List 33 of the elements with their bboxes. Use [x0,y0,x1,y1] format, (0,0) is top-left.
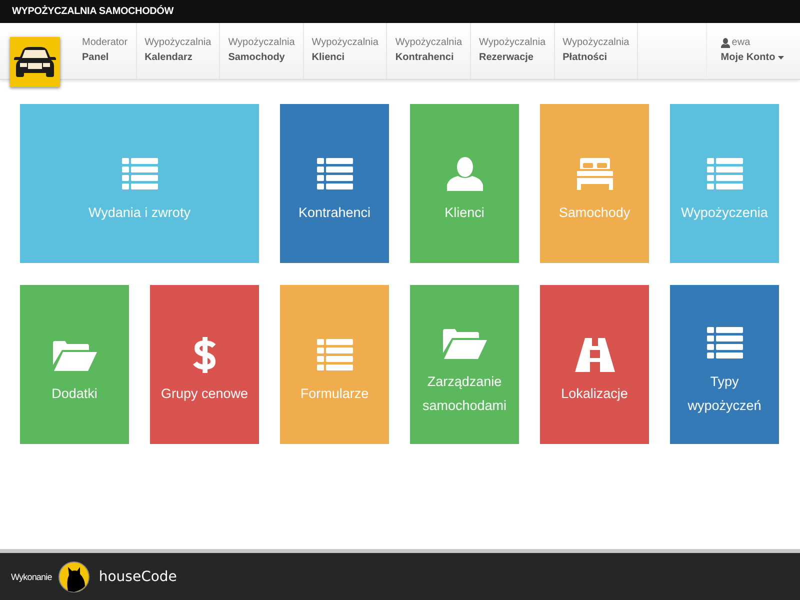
menu-tile[interactable]: Kontrahenci [280,104,389,263]
menu-tile[interactable]: Lokalizacje [540,285,649,444]
menu-tile[interactable]: Zarządzanie samochodami [410,285,519,444]
user-icon [446,156,482,190]
nav-link[interactable]: Wypożyczalnia Kalendarz [136,23,220,79]
road-icon [574,338,614,372]
nav-link[interactable]: Wypożyczalnia Klienci [304,23,388,79]
caret-icon [778,56,784,60]
nav-link[interactable]: Moderator Panel [74,23,137,79]
bed-icon [576,158,612,190]
list-icon [706,158,742,190]
cat-logo [58,560,90,592]
credit-text: Wykonanie [11,572,52,582]
car-logo [10,37,60,87]
dollar-icon [192,336,216,372]
user-icon [720,38,730,48]
menu-tile[interactable]: Grupy cenowe [150,285,259,444]
list-icon [706,326,742,358]
nav-link[interactable]: Wypożyczalnia Płatności [554,23,638,79]
brand-name: houseCode [98,568,177,584]
nav-link[interactable]: Wypożyczalnia Samochody [220,23,304,79]
folder-icon [442,326,486,358]
list-icon [316,338,352,370]
list-icon [316,158,352,190]
nav-link[interactable]: Wypożyczalnia Kontrahenci [387,23,472,79]
nav-link[interactable]: Wypożyczalnia Rezerwacje [471,23,555,79]
list-icon [122,158,158,190]
menu-tile[interactable]: Dodatki [20,285,129,444]
account-menu[interactable]: ewa Moje Konto [706,23,800,79]
menu-tile[interactable]: Typy wypożyczeń [670,285,779,444]
folder-icon [52,338,96,370]
app-title: WYPOŻYCZALNIA SAMOCHODÓW [12,4,175,19]
menu-tile[interactable]: Klienci [410,104,519,263]
